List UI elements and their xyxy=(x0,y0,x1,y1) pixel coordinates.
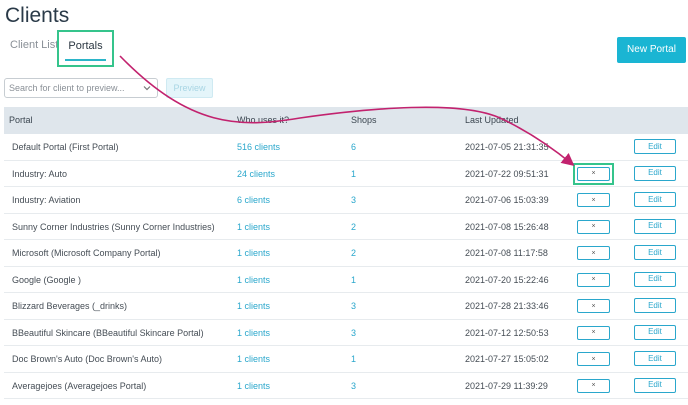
clients-count-link[interactable]: 1 clients xyxy=(237,214,270,240)
delete-highlight-box xyxy=(573,162,614,185)
last-updated: 2021-07-06 15:03:39 xyxy=(465,195,549,205)
shops-count-link[interactable]: 1 xyxy=(351,161,356,187)
delete-portal-button[interactable]: × xyxy=(577,299,610,313)
tab-portals[interactable]: Portals xyxy=(57,30,114,67)
clients-count-link[interactable]: 24 clients xyxy=(237,161,275,187)
delete-portal-button[interactable]: × xyxy=(577,246,610,260)
delete-portal-button[interactable]: × xyxy=(577,352,610,366)
edit-portal-button[interactable]: Edit xyxy=(634,218,676,234)
clients-count-link[interactable]: 1 clients xyxy=(237,320,270,346)
shops-count-link[interactable]: 3 xyxy=(351,293,356,319)
column-header-who-uses-it[interactable]: Who uses it? xyxy=(237,107,289,134)
shops-count-link[interactable]: 1 xyxy=(351,346,356,372)
tab-bar: Client List Portals xyxy=(0,30,688,67)
shops-count-link[interactable]: 2 xyxy=(351,214,356,240)
table-row: Google (Google ) 1 clients 1 2021-07-20 15:… xyxy=(4,267,688,293)
edit-portal-button[interactable]: Edit xyxy=(634,351,676,366)
shops-count-link[interactable]: 6 xyxy=(351,134,356,160)
last-updated: 2021-07-22 09:51:31 xyxy=(465,168,549,179)
portal-name: BBeautiful Skincare (BBeautiful Skincare… xyxy=(12,327,204,338)
new-portal-button[interactable]: New Portal xyxy=(617,37,686,63)
clients-count-link[interactable]: 1 clients xyxy=(237,346,270,372)
preview-button[interactable]: Preview xyxy=(166,78,213,98)
edit-portal-button[interactable]: Edit xyxy=(634,165,676,181)
portal-name: Industry: Aviation xyxy=(12,195,81,205)
portal-name: Google (Google ) xyxy=(12,274,82,285)
client-search-input[interactable] xyxy=(9,81,139,95)
table-row: Default Portal (First Portal) 516 clients… xyxy=(4,134,688,161)
last-updated: 2021-07-28 21:33:46 xyxy=(465,301,549,311)
last-updated: 2021-07-08 15:26:48 xyxy=(465,221,549,232)
column-header-portal[interactable]: Portal xyxy=(9,107,33,134)
portal-name: Blizzard Beverages (_drinks) xyxy=(12,301,128,311)
shops-count-link[interactable]: 3 xyxy=(351,187,356,213)
client-preview-select[interactable] xyxy=(4,78,158,98)
shops-count-link[interactable]: 1 xyxy=(351,267,356,293)
edit-portal-button[interactable]: Edit xyxy=(634,245,676,260)
column-header-last-updated[interactable]: Last Updated xyxy=(465,107,519,134)
portal-name: Industry: Auto xyxy=(12,168,68,179)
portal-name: Doc Brown's Auto (Doc Brown's Auto) xyxy=(12,354,162,364)
delete-portal-button[interactable]: × xyxy=(577,378,610,393)
edit-portal-button[interactable]: Edit xyxy=(634,324,676,340)
clients-count-link[interactable]: 1 clients xyxy=(237,293,270,319)
clients-count-link[interactable]: 1 clients xyxy=(237,267,270,293)
edit-portal-button[interactable]: Edit xyxy=(634,192,676,207)
delete-portal-button[interactable]: × xyxy=(577,193,610,207)
clients-count-link[interactable]: 516 clients xyxy=(237,134,280,160)
table-row: BBeautiful Skincare (BBeautiful Skincare… xyxy=(4,320,688,346)
clients-count-link[interactable]: 6 clients xyxy=(237,187,270,213)
last-updated: 2021-07-12 12:50:53 xyxy=(465,327,549,338)
tab-portals-label: Portals xyxy=(68,40,103,52)
portal-name: Default Portal (First Portal) xyxy=(12,142,119,152)
clients-count-link[interactable]: 1 clients xyxy=(237,373,270,399)
portal-name: Averagejoes (Averagejoes Portal) xyxy=(12,380,147,391)
table-row: Averagejoes (Averagejoes Portal) 1 client… xyxy=(4,373,688,399)
table-body: Default Portal (First Portal) 516 clients… xyxy=(4,134,688,399)
chevron-down-icon[interactable] xyxy=(142,83,152,93)
column-header-shops[interactable]: Shops xyxy=(351,107,377,134)
table-row: Blizzard Beverages (_drinks) 1 clients 3 20… xyxy=(4,293,688,320)
edit-portal-button[interactable]: Edit xyxy=(634,377,676,393)
delete-portal-button[interactable]: × xyxy=(577,219,610,234)
tab-client-list[interactable]: Client List xyxy=(10,30,58,66)
clients-count-link[interactable]: 1 clients xyxy=(237,240,270,266)
last-updated: 2021-07-20 15:22:46 xyxy=(465,274,549,285)
edit-portal-button[interactable]: Edit xyxy=(634,139,676,154)
table-row: Microsoft (Microsoft Company Portal) 1 cl… xyxy=(4,240,688,267)
delete-portal-button[interactable]: × xyxy=(577,272,610,287)
edit-portal-button[interactable]: Edit xyxy=(634,271,676,287)
last-updated: 2021-07-29 11:39:29 xyxy=(465,380,548,391)
portals-table: Portal Who uses it? Shops Last Updated D… xyxy=(4,107,688,399)
shops-count-link[interactable]: 2 xyxy=(351,240,356,266)
portal-name: Sunny Corner Industries (Sunny Corner In… xyxy=(12,221,215,232)
last-updated: 2021-07-08 11:17:58 xyxy=(465,248,548,258)
table-header: Portal Who uses it? Shops Last Updated xyxy=(4,107,688,134)
table-row: Doc Brown's Auto (Doc Brown's Auto) 1 cli… xyxy=(4,346,688,373)
active-tab-underline xyxy=(65,59,106,61)
table-row: Industry: Aviation 6 clients 3 2021-07-06 1… xyxy=(4,187,688,214)
page-title: Clients xyxy=(5,4,70,27)
delete-portal-button[interactable]: × xyxy=(577,325,610,340)
portal-name: Microsoft (Microsoft Company Portal) xyxy=(12,248,161,258)
shops-count-link[interactable]: 3 xyxy=(351,320,356,346)
edit-portal-button[interactable]: Edit xyxy=(634,298,676,313)
table-row: Industry: Auto 24 clients 1 2021-07-22 09:5… xyxy=(4,161,688,187)
shops-count-link[interactable]: 3 xyxy=(351,373,356,399)
last-updated: 2021-07-27 15:05:02 xyxy=(465,354,549,364)
last-updated: 2021-07-05 21:31:35 xyxy=(465,142,549,152)
table-row: Sunny Corner Industries (Sunny Corner In… xyxy=(4,214,688,240)
